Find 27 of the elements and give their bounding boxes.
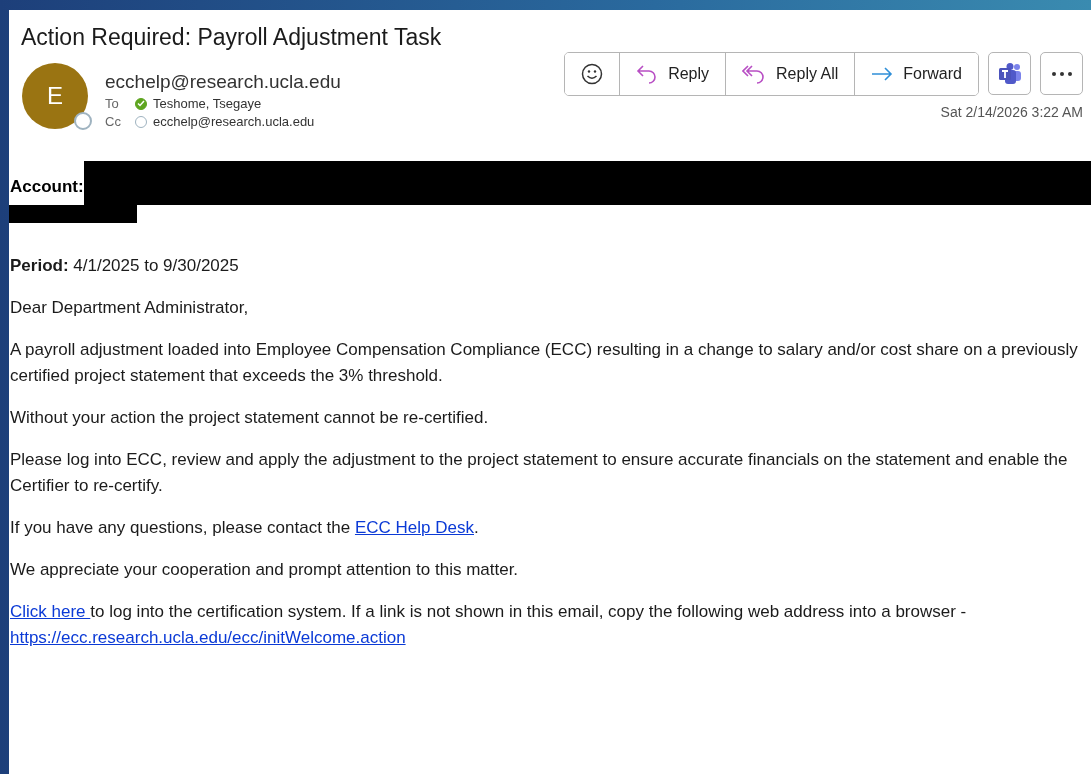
link[interactable]: https://ecc.research.ucla.edu/ecc/initWelcome.action [10,628,406,647]
link[interactable]: ECC Help Desk [354,518,474,537]
teams-icon [997,62,1022,85]
recipient-name[interactable]: Teshome, Tsegaye [153,96,262,111]
reply-icon [636,64,659,84]
forward-icon [871,67,894,81]
body-paragraph: Dear Department Administrator, [10,297,250,319]
forward-button[interactable]: Forward [854,53,978,95]
body-paragraph: Period: 4/1/2025 to 9/30/2025 [10,255,240,277]
more-icon [1051,71,1072,76]
body-paragraph: We appreciate your cooperation and prompt attention to this matter. [10,559,520,581]
email-subject: Action Required: Payroll Adjustment Task [20,23,443,51]
teams-button[interactable] [988,52,1031,95]
body-paragraph: Please log into ECC, review and apply the adjustment to the project statement to ensure accurate financials on the statement and enable the Certifier to re-certify. [10,449,1069,497]
link[interactable]: Click here [10,602,91,621]
recipient-label: To [105,96,120,111]
account-label: Account: [9,177,84,198]
body-paragraph: A payroll adjustment loaded into Employee Compensation Compliance (ECC) resulting in a change to salary and/or cost share on a previously certified project statement that exceeds the 3% threshold. [10,339,1079,387]
smiley-icon [581,63,604,85]
recipient-name[interactable]: ecchelp@research.ucla.edu [153,114,315,129]
reply-all-icon [742,64,767,84]
sender-address: ecchelp@research.ucla.edu [105,71,342,93]
body-paragraph: Without your action the project statement cannot be re-certified. [10,407,490,429]
body-paragraph: If you have any questions, please contact the ECC Help Desk. [10,517,480,539]
recipient-label: Cc [105,114,122,129]
body-paragraph: Click here to log into the certification system. If a link is not shown in this email, copy the following web address into a browser - https://ecc.research.ucla.edu/ecc/initWelcome.action [10,601,968,649]
email-date: Sat 2/14/2026 3:22 AM [940,104,1083,120]
